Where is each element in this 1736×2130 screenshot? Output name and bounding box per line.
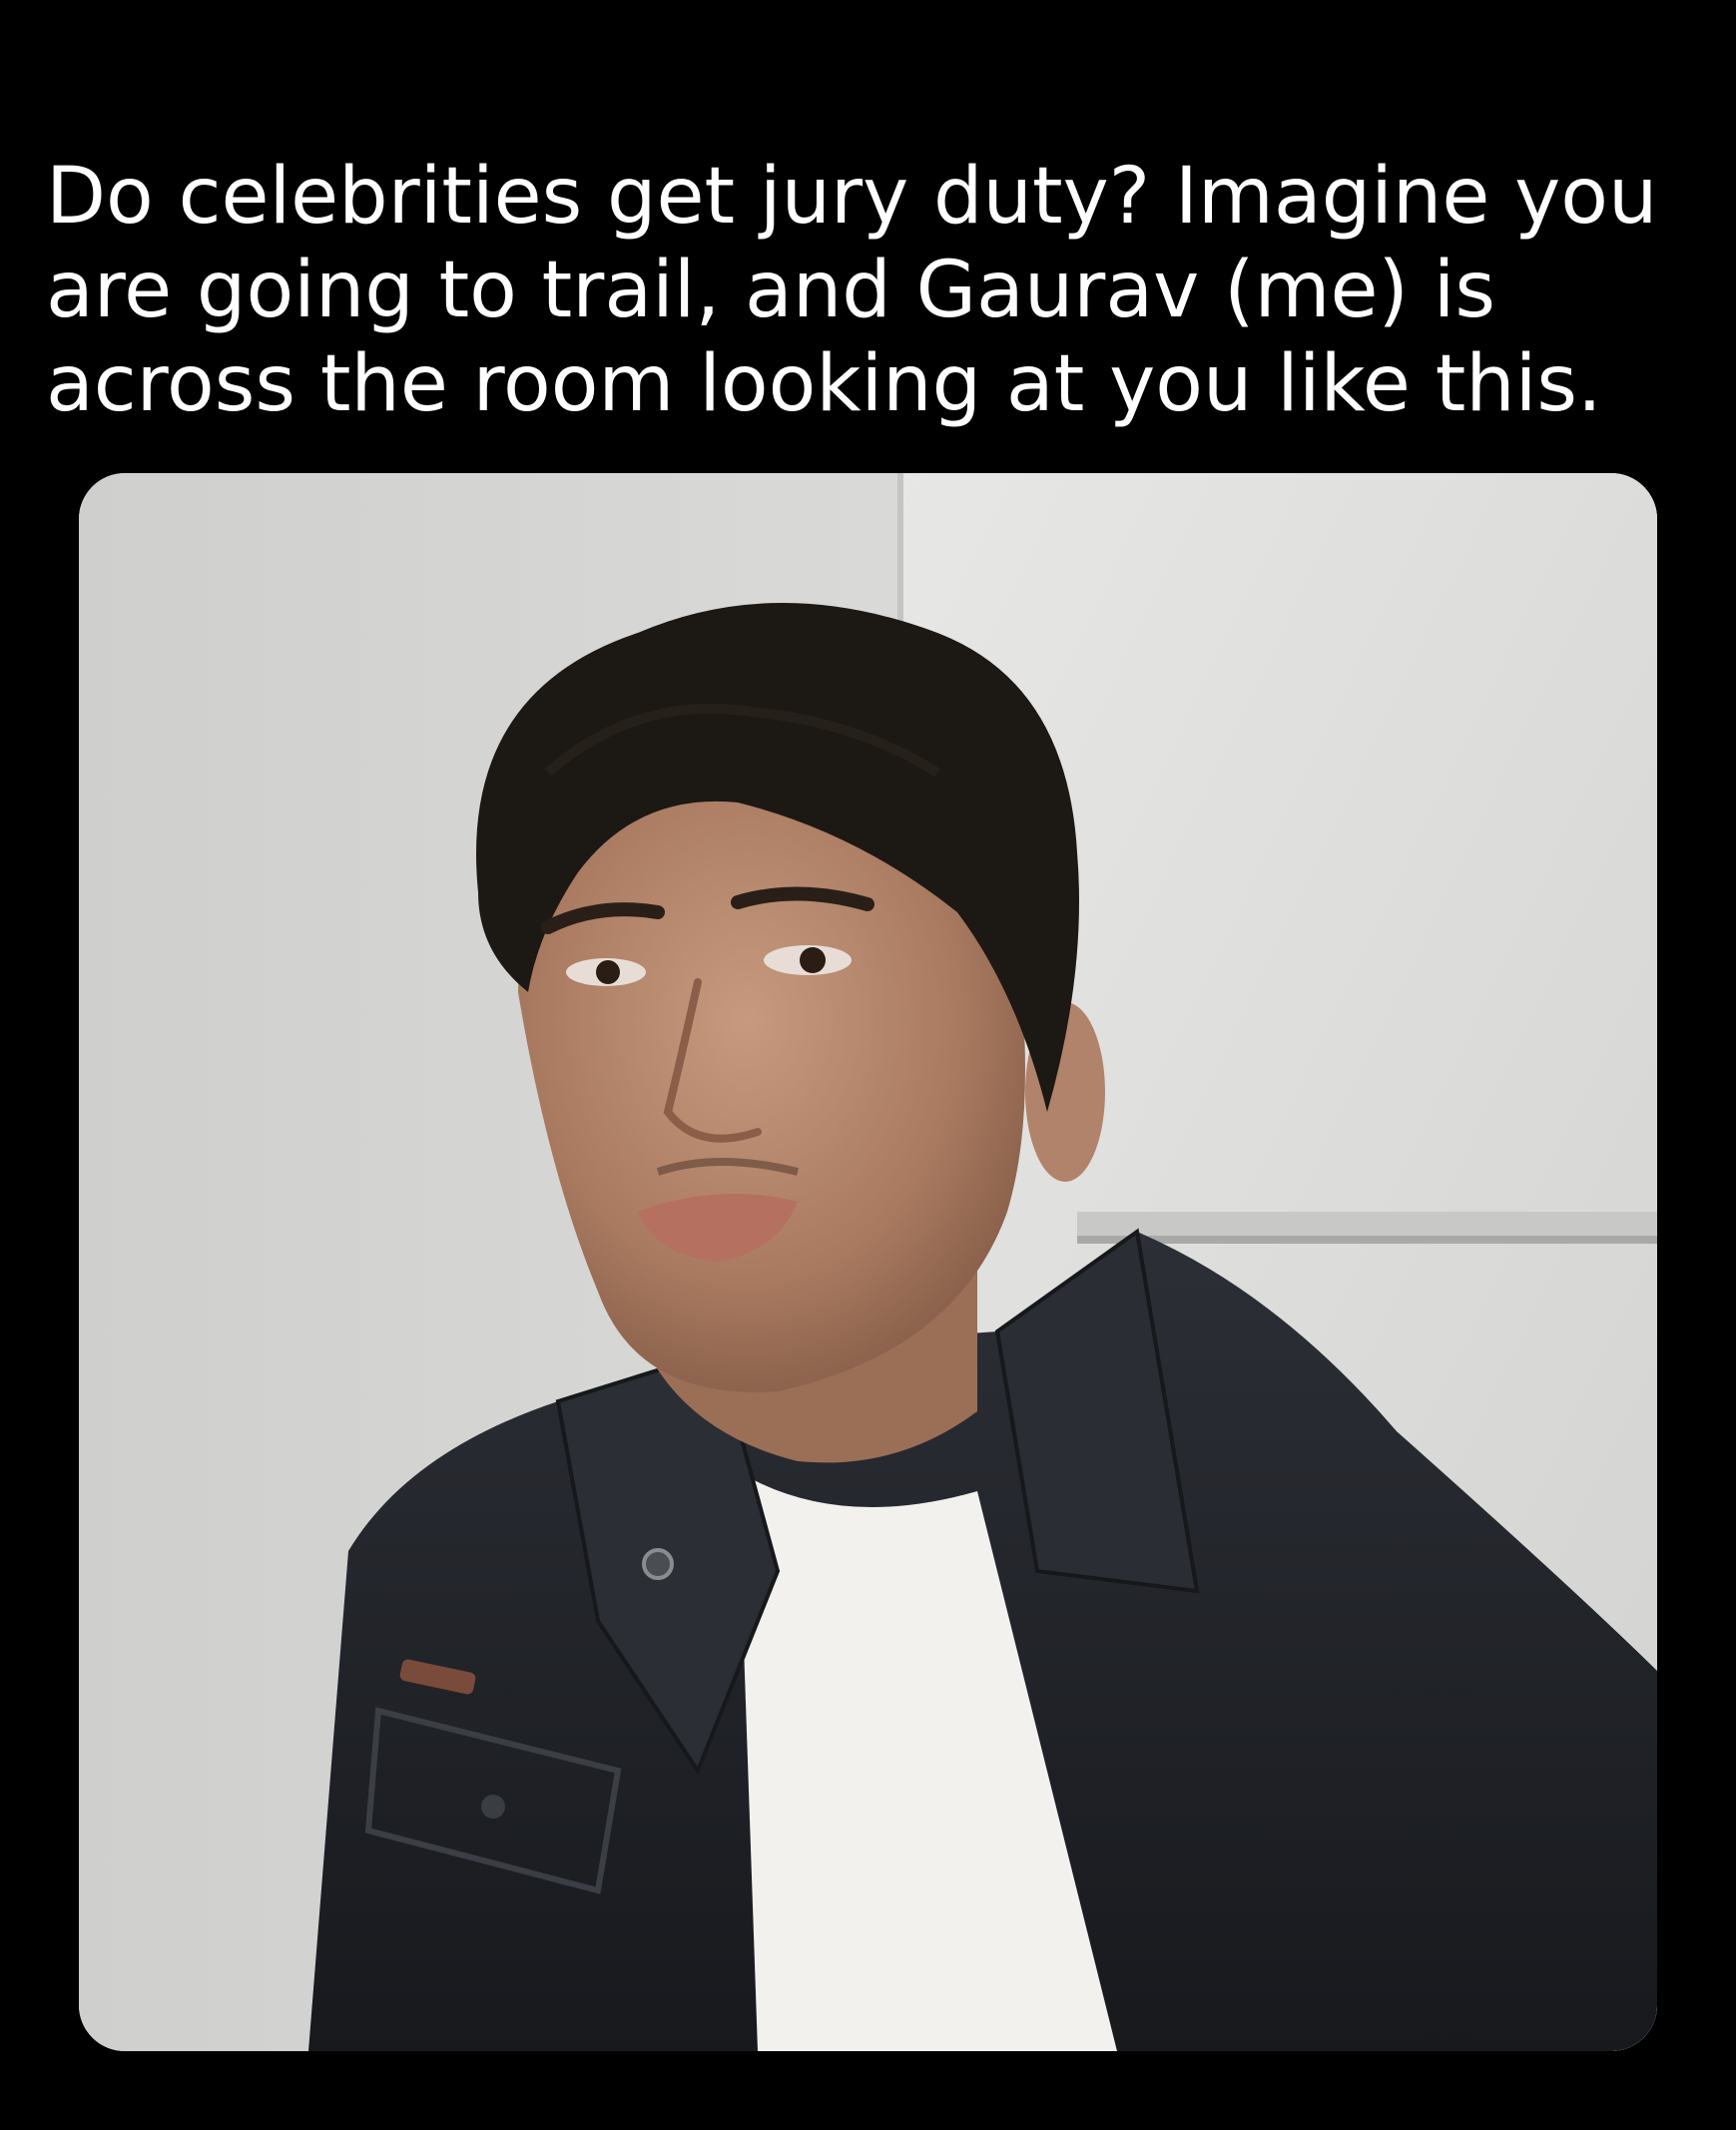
meme-caption: Do celebrities get jury duty? Imagine yo… bbox=[46, 150, 1683, 431]
caption-line-1: Do celebrities get jury duty? Imagine yo… bbox=[46, 152, 1658, 242]
portrait-illustration bbox=[79, 473, 1657, 2051]
whiteboard-ledge bbox=[1077, 1212, 1657, 1236]
caption-line-2: are going to trail, and Gaurav (me) is bbox=[46, 246, 1496, 335]
portrait-photo bbox=[79, 473, 1657, 2051]
caption-line-3: across the room looking at you like this… bbox=[46, 339, 1602, 429]
